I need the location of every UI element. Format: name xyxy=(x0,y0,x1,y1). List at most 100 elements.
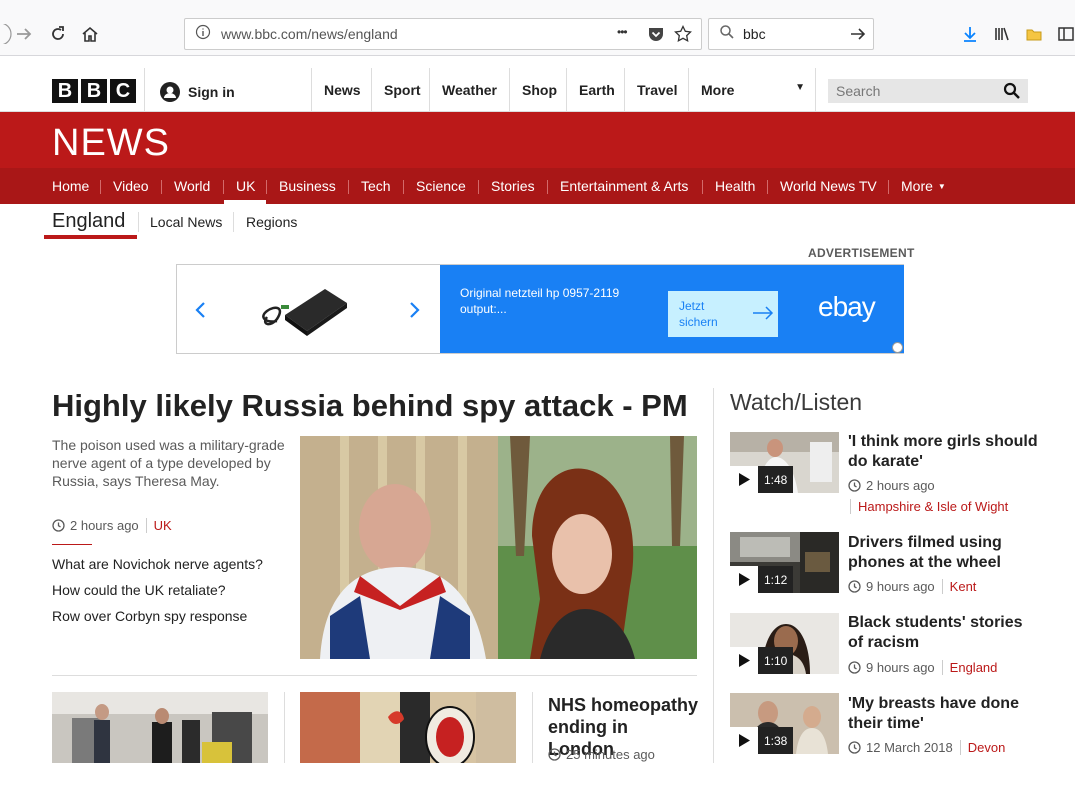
ad-prev-icon[interactable] xyxy=(194,301,208,324)
mast-link-news[interactable]: News xyxy=(311,68,371,112)
main-story-tag[interactable]: UK xyxy=(145,518,172,533)
nav-uk[interactable]: UK xyxy=(236,168,255,204)
mast-link-travel[interactable]: Travel xyxy=(624,68,688,112)
video-thumbnail[interactable]: 1:12 xyxy=(730,532,839,593)
mast-link-weather[interactable]: Weather xyxy=(429,68,509,112)
mast-link-sport[interactable]: Sport xyxy=(371,68,429,112)
bbc-search-field[interactable]: Search xyxy=(828,79,1028,103)
secondary-time: 25 minutes ago xyxy=(566,747,655,762)
play-overlay[interactable]: 1:12 xyxy=(730,566,794,593)
forward-icon[interactable] xyxy=(12,22,36,46)
video-time: 2 hours ago xyxy=(866,478,935,493)
main-story-meta: 2 hours ago UK xyxy=(52,518,172,533)
divider xyxy=(532,692,533,763)
nav-separator xyxy=(266,180,267,194)
video-title[interactable]: Black students' stories of racism xyxy=(848,613,1038,653)
nav-video[interactable]: Video xyxy=(113,168,149,204)
sign-in-link[interactable]: Sign in xyxy=(160,82,235,102)
go-arrow-icon[interactable] xyxy=(849,25,867,48)
ad-cta-button[interactable]: Jetzt sichern xyxy=(668,291,778,337)
video-duration: 1:10 xyxy=(758,647,794,674)
info-icon[interactable] xyxy=(195,24,211,45)
subnav-regions[interactable]: Regions xyxy=(246,214,297,230)
video-duration: 1:48 xyxy=(758,466,794,493)
video-title[interactable]: Drivers filmed using phones at the wheel xyxy=(848,533,1038,573)
main-story-image[interactable] xyxy=(300,436,697,659)
video-tag[interactable]: Devon xyxy=(959,740,1005,755)
nav-business[interactable]: Business xyxy=(279,168,336,204)
ad-cta-label: Jetzt sichern xyxy=(679,299,718,329)
video-thumbnail[interactable]: 1:38 xyxy=(730,693,839,754)
video-thumbnail[interactable]: 1:48 xyxy=(730,432,839,493)
related-link[interactable]: What are Novichok nerve agents? xyxy=(52,556,263,572)
clock-icon xyxy=(848,580,861,593)
video-tag[interactable]: Kent xyxy=(941,579,976,594)
ebay-logo[interactable]: ebay xyxy=(818,291,876,323)
bbc-search-icon[interactable] xyxy=(1003,82,1021,105)
nav-home[interactable]: Home xyxy=(52,168,89,204)
main-headline[interactable]: Highly likely Russia behind spy attack -… xyxy=(52,388,688,424)
news-title[interactable]: NEWS xyxy=(52,122,170,165)
ad-next-icon[interactable] xyxy=(407,301,421,324)
column-divider xyxy=(713,388,714,763)
reload-icon[interactable] xyxy=(46,22,70,46)
search-icon xyxy=(719,24,735,45)
browser-search-input[interactable]: bbc xyxy=(743,26,766,42)
pocket-icon[interactable] xyxy=(647,25,665,48)
mast-link-earth[interactable]: Earth xyxy=(566,68,624,112)
nav-tech[interactable]: Tech xyxy=(361,168,391,204)
arrow-right-icon xyxy=(753,306,774,320)
caret-down-icon: ▼ xyxy=(937,181,946,191)
browser-search-box[interactable]: bbc xyxy=(708,18,874,50)
folder-icon[interactable] xyxy=(1022,22,1046,46)
related-link[interactable]: How could the UK retaliate? xyxy=(52,582,226,598)
address-bar[interactable]: www.bbc.com/news/england ••• xyxy=(184,18,702,50)
page-actions-icon[interactable]: ••• xyxy=(617,25,628,39)
nav-world-news-tv[interactable]: World News TV xyxy=(780,168,877,204)
story-image-homeopathy[interactable] xyxy=(300,692,516,763)
subnav-local-news[interactable]: Local News xyxy=(150,214,222,230)
bbc-logo-letter: B xyxy=(52,79,78,103)
nav-stories[interactable]: Stories xyxy=(491,168,535,204)
play-overlay[interactable]: 1:48 xyxy=(730,466,794,493)
secondary-meta: 25 minutes ago xyxy=(548,747,655,762)
download-icon[interactable] xyxy=(958,22,982,46)
power-adapter-image[interactable] xyxy=(257,275,357,348)
nav-health[interactable]: Health xyxy=(715,168,755,204)
url-text[interactable]: www.bbc.com/news/england xyxy=(221,26,398,42)
watch-listen-title: Watch/Listen xyxy=(730,389,863,415)
mast-link-shop[interactable]: Shop xyxy=(509,68,566,112)
video-time: 9 hours ago xyxy=(866,660,935,675)
nav-world[interactable]: World xyxy=(174,168,210,204)
video-thumbnail[interactable]: 1:10 xyxy=(730,613,839,674)
video-title[interactable]: 'My breasts have done their time' xyxy=(848,694,1038,734)
sidebar-icon[interactable] xyxy=(1054,22,1075,46)
ad-banner[interactable]: Original netzteil hp 0957-2119 output:..… xyxy=(176,264,904,354)
nav-separator xyxy=(547,180,548,194)
adchoices-icon[interactable] xyxy=(892,342,903,353)
play-icon xyxy=(730,727,758,754)
clock-icon xyxy=(848,741,861,754)
clock-icon xyxy=(52,519,65,532)
nav-separator xyxy=(403,180,404,194)
ad-product-text[interactable]: Original netzteil hp 0957-2119 output:..… xyxy=(460,285,650,317)
video-title[interactable]: 'I think more girls should do karate' xyxy=(848,432,1038,472)
video-tag[interactable]: England xyxy=(941,660,997,675)
nav-more[interactable]: More ▼ xyxy=(901,168,946,204)
subnav-separator xyxy=(138,212,139,232)
section-title-england[interactable]: England xyxy=(52,210,125,233)
play-overlay[interactable]: 1:10 xyxy=(730,647,794,674)
library-icon[interactable] xyxy=(990,22,1014,46)
bookmark-star-icon[interactable] xyxy=(674,24,692,48)
related-link[interactable]: Row over Corbyn spy response xyxy=(52,608,247,624)
nav-science[interactable]: Science xyxy=(416,168,466,204)
subnav-separator xyxy=(233,212,234,232)
caret-down-icon: ▼ xyxy=(795,82,805,93)
browser-toolbar: www.bbc.com/news/england ••• bbc xyxy=(0,0,1075,56)
home-icon[interactable] xyxy=(78,22,102,46)
mast-more-menu[interactable]: More ▼ xyxy=(688,68,816,112)
story-image-station[interactable] xyxy=(52,692,268,763)
play-overlay[interactable]: 1:38 xyxy=(730,727,794,754)
nav-entertainment[interactable]: Entertainment & Arts xyxy=(560,168,688,204)
video-tag[interactable]: Hampshire & Isle of Wight xyxy=(850,499,1008,514)
